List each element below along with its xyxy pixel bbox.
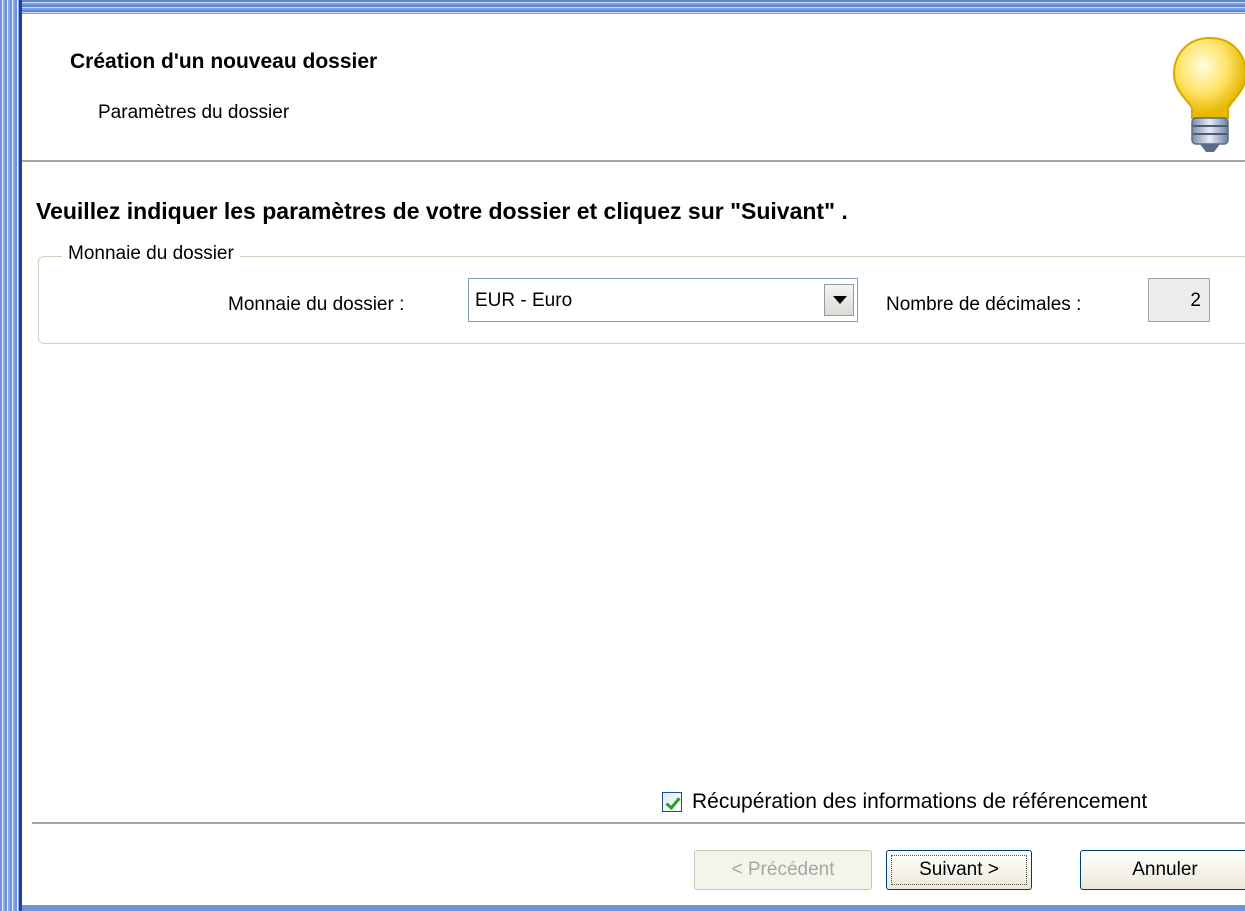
window-top-frame [0, 0, 1245, 14]
chevron-down-icon[interactable] [824, 284, 854, 316]
cancel-button[interactable]: Annuler [1080, 850, 1245, 890]
header-separator [22, 160, 1245, 163]
decimals-value: 2 [1190, 290, 1201, 311]
page-title: Création d'un nouveau dossier [70, 50, 378, 73]
lightbulb-icon [1172, 36, 1245, 152]
footer-separator [32, 822, 1245, 825]
currency-select[interactable]: EUR - Euro [468, 278, 858, 322]
currency-groupbox-legend: Monnaie du dossier [62, 243, 240, 265]
window-left-frame [0, 0, 22, 911]
decimals-label: Nombre de décimales : [886, 294, 1082, 315]
wizard-header: Création d'un nouveau dossier Paramètres… [22, 14, 1245, 159]
currency-label: Monnaie du dossier : [228, 294, 405, 315]
previous-button[interactable]: < Précédent [694, 850, 872, 890]
currency-select-value: EUR - Euro [475, 290, 573, 311]
referencing-checkbox[interactable] [662, 792, 682, 812]
decimals-field[interactable]: 2 [1148, 278, 1210, 322]
wizard-dialog: Création d'un nouveau dossier Paramètres… [22, 14, 1245, 905]
window-bottom-frame [22, 905, 1245, 911]
instruction-text: Veuillez indiquer les paramètres de votr… [36, 198, 848, 224]
referencing-label[interactable]: Récupération des informations de référen… [692, 790, 1147, 814]
next-button[interactable]: Suivant > [886, 850, 1032, 890]
page-subtitle: Paramètres du dossier [98, 102, 290, 123]
